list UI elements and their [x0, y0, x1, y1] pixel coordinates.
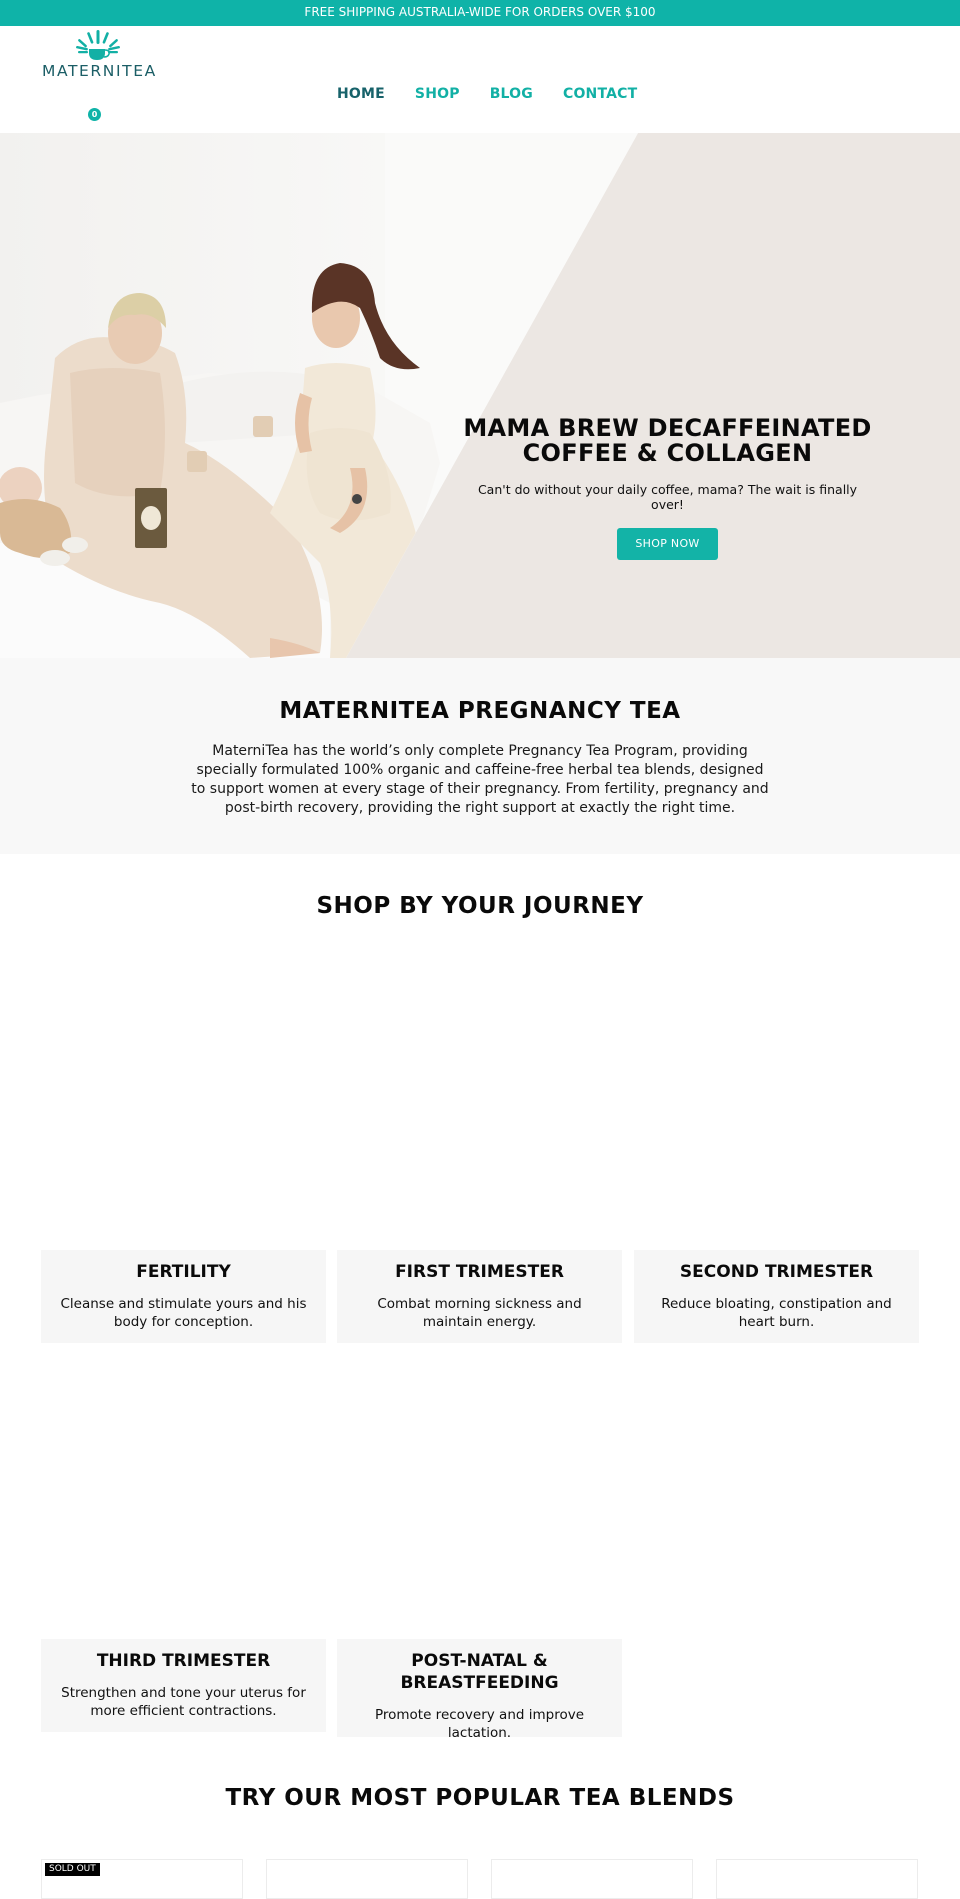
journey-card-post-natal[interactable]: POST-NATAL & BREASTFEEDING Promote recov… — [337, 1639, 622, 1741]
journey-card-description: Promote recovery and improve lactation. — [374, 1707, 585, 1741]
hero-subtitle: Can't do without your daily coffee, mama… — [477, 482, 858, 512]
product-card[interactable] — [716, 1859, 918, 1899]
popular-title: TRY OUR MOST POPULAR TEA BLENDS — [225, 1785, 735, 1811]
journey-card-description: Reduce bloating, constipation and heart … — [661, 1296, 892, 1330]
hero-photo-illustration — [0, 133, 638, 658]
hero-title-line-1: MAMA BREW DECAFFEINATED — [463, 414, 872, 442]
announcement-bar: FREE SHIPPING AUSTRALIA-WIDE FOR ORDERS … — [0, 0, 960, 26]
logo-text: MATERNITEA — [42, 62, 157, 80]
cart-count-badge[interactable]: 0 — [88, 108, 101, 121]
site-header: MATERNITEA 0 HOME SHOP BLOG CONTACT — [0, 26, 960, 133]
sold-out-badge: SOLD OUT — [45, 1863, 100, 1876]
main-nav: HOME SHOP BLOG CONTACT — [337, 86, 667, 102]
nav-home[interactable]: HOME — [337, 86, 385, 102]
shop-now-button[interactable]: SHOP NOW — [617, 528, 718, 560]
journey-card-title: POST-NATAL & BREASTFEEDING — [400, 1651, 559, 1693]
about-section: MATERNITEA PREGNANCY TEA MaterniTea has … — [0, 658, 960, 854]
hero-title-line-2: COFFEE & COLLAGEN — [522, 439, 813, 467]
journey-card-fertility[interactable]: FERTILITY Cleanse and stimulate yours an… — [41, 1250, 326, 1343]
hero-title: MAMA BREW DECAFFEINATED COFFEE & COLLAGE… — [460, 416, 875, 466]
nav-blog[interactable]: BLOG — [490, 86, 533, 102]
journey-card-description: Cleanse and stimulate yours and his body… — [60, 1296, 307, 1330]
journey-card-title: FIRST TRIMESTER — [395, 1262, 564, 1282]
about-body: MaterniTea has the world’s only complete… — [191, 743, 769, 816]
hero-image — [0, 133, 638, 658]
product-card[interactable] — [491, 1859, 693, 1899]
journey-card-first-trimester[interactable]: FIRST TRIMESTER Combat morning sickness … — [337, 1250, 622, 1343]
about-title: MATERNITEA PREGNANCY TEA — [279, 698, 681, 724]
journey-card-title: FERTILITY — [136, 1262, 231, 1282]
journey-card-second-trimester[interactable]: SECOND TRIMESTER Reduce bloating, consti… — [634, 1250, 919, 1343]
journey-card-third-trimester[interactable]: THIRD TRIMESTER Strengthen and tone your… — [41, 1639, 326, 1732]
journey-card-description: Combat morning sickness and maintain ene… — [377, 1296, 582, 1330]
nav-contact[interactable]: CONTACT — [563, 86, 637, 102]
hero-content: MAMA BREW DECAFFEINATED COFFEE & COLLAGE… — [460, 416, 875, 560]
hero-banner: MAMA BREW DECAFFEINATED COFFEE & COLLAGE… — [0, 133, 960, 658]
product-card[interactable]: SOLD OUT — [41, 1859, 243, 1899]
product-card[interactable] — [266, 1859, 468, 1899]
nav-shop[interactable]: SHOP — [415, 86, 460, 102]
journey-card-title: THIRD TRIMESTER — [96, 1651, 271, 1671]
announcement-text: FREE SHIPPING AUSTRALIA-WIDE FOR ORDERS … — [304, 5, 656, 19]
journey-card-title: SECOND TRIMESTER — [679, 1262, 874, 1282]
journey-card-description: Strengthen and tone your uterus for more… — [61, 1685, 306, 1719]
journey-title: SHOP BY YOUR JOURNEY — [316, 893, 644, 919]
teacup-sunburst-icon — [76, 30, 120, 60]
logo[interactable]: MATERNITEA — [42, 29, 157, 80]
